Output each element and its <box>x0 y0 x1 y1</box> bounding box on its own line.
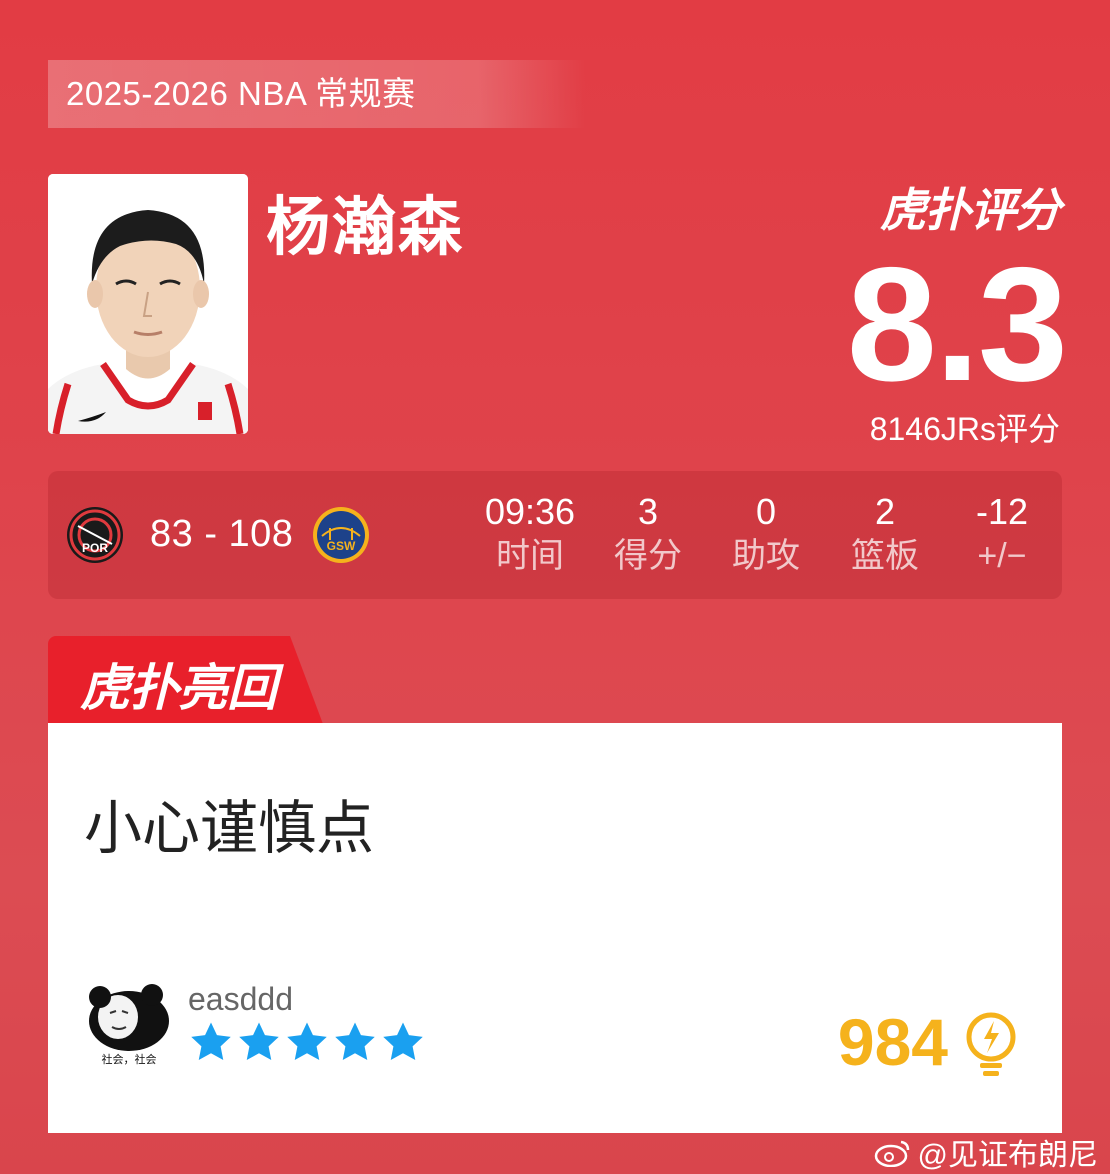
gsw-team-logo-icon: GSW <box>312 506 370 564</box>
stat-plus-minus: -12 +/− <box>942 491 1062 579</box>
hot-reply-card[interactable]: 小心谨慎点 社会，社会 easddd 984 <box>48 723 1062 1133</box>
svg-text:社会，社会: 社会，社会 <box>102 1052 157 1066</box>
stat-points: 3 得分 <box>588 491 708 579</box>
game-score: 83 - 108 <box>150 513 294 555</box>
stat-rebounds: 2 篮板 <box>825 491 945 579</box>
lightbulb-like-icon[interactable] <box>960 1011 1022 1077</box>
watermark-text: @见证布朗尼 <box>917 1139 1098 1172</box>
hot-reply-tab: 虎扑亮回复 <box>48 636 323 724</box>
user-rating-stars <box>188 1019 426 1065</box>
stat-value: 09:36 <box>484 491 576 532</box>
player-name: 杨瀚森 <box>266 191 464 263</box>
comment-text: 小心谨慎点 <box>84 796 375 861</box>
stat-assists: 0 助攻 <box>706 491 826 579</box>
svg-text:GSW: GSW <box>327 539 356 553</box>
weibo-icon <box>874 1140 909 1167</box>
stat-time: 09:36 时间 <box>470 491 590 579</box>
weibo-watermark: @见证布朗尼 <box>874 1130 1098 1174</box>
svg-text:POR: POR <box>82 541 108 555</box>
star-icon <box>335 1022 375 1061</box>
star-icon <box>383 1022 423 1061</box>
star-icon <box>239 1022 279 1061</box>
por-team-logo-icon: POR <box>66 506 124 564</box>
stat-value: 0 <box>755 491 777 532</box>
like-count: 984 <box>837 1005 948 1079</box>
rating-score: 8.3 <box>846 234 1068 415</box>
stat-value: 2 <box>874 491 896 532</box>
star-icon <box>287 1022 327 1061</box>
stat-label: 时间 <box>496 537 564 575</box>
stat-value: 3 <box>637 491 659 532</box>
user-avatar[interactable]: 社会，社会 <box>86 983 172 1069</box>
star-icon <box>191 1022 231 1061</box>
stat-label: 得分 <box>614 537 682 575</box>
player-photo <box>48 174 248 434</box>
rating-count: 8146JRs评分 <box>869 411 1060 447</box>
stat-label: 助攻 <box>732 537 800 575</box>
hupu-rating-logo: 虎扑评分 <box>880 184 1061 236</box>
stat-label: 篮板 <box>851 537 919 575</box>
season-tag: 2025-2026 NBA 常规赛 <box>48 60 586 128</box>
stat-label: +/− <box>977 537 1027 575</box>
username[interactable]: easddd <box>188 981 293 1018</box>
game-summary[interactable]: POR 83 - 108 GSW 09:36 时间 3 得分 0 助攻 2 篮板… <box>48 471 1062 599</box>
stat-value: -12 <box>975 491 1029 532</box>
